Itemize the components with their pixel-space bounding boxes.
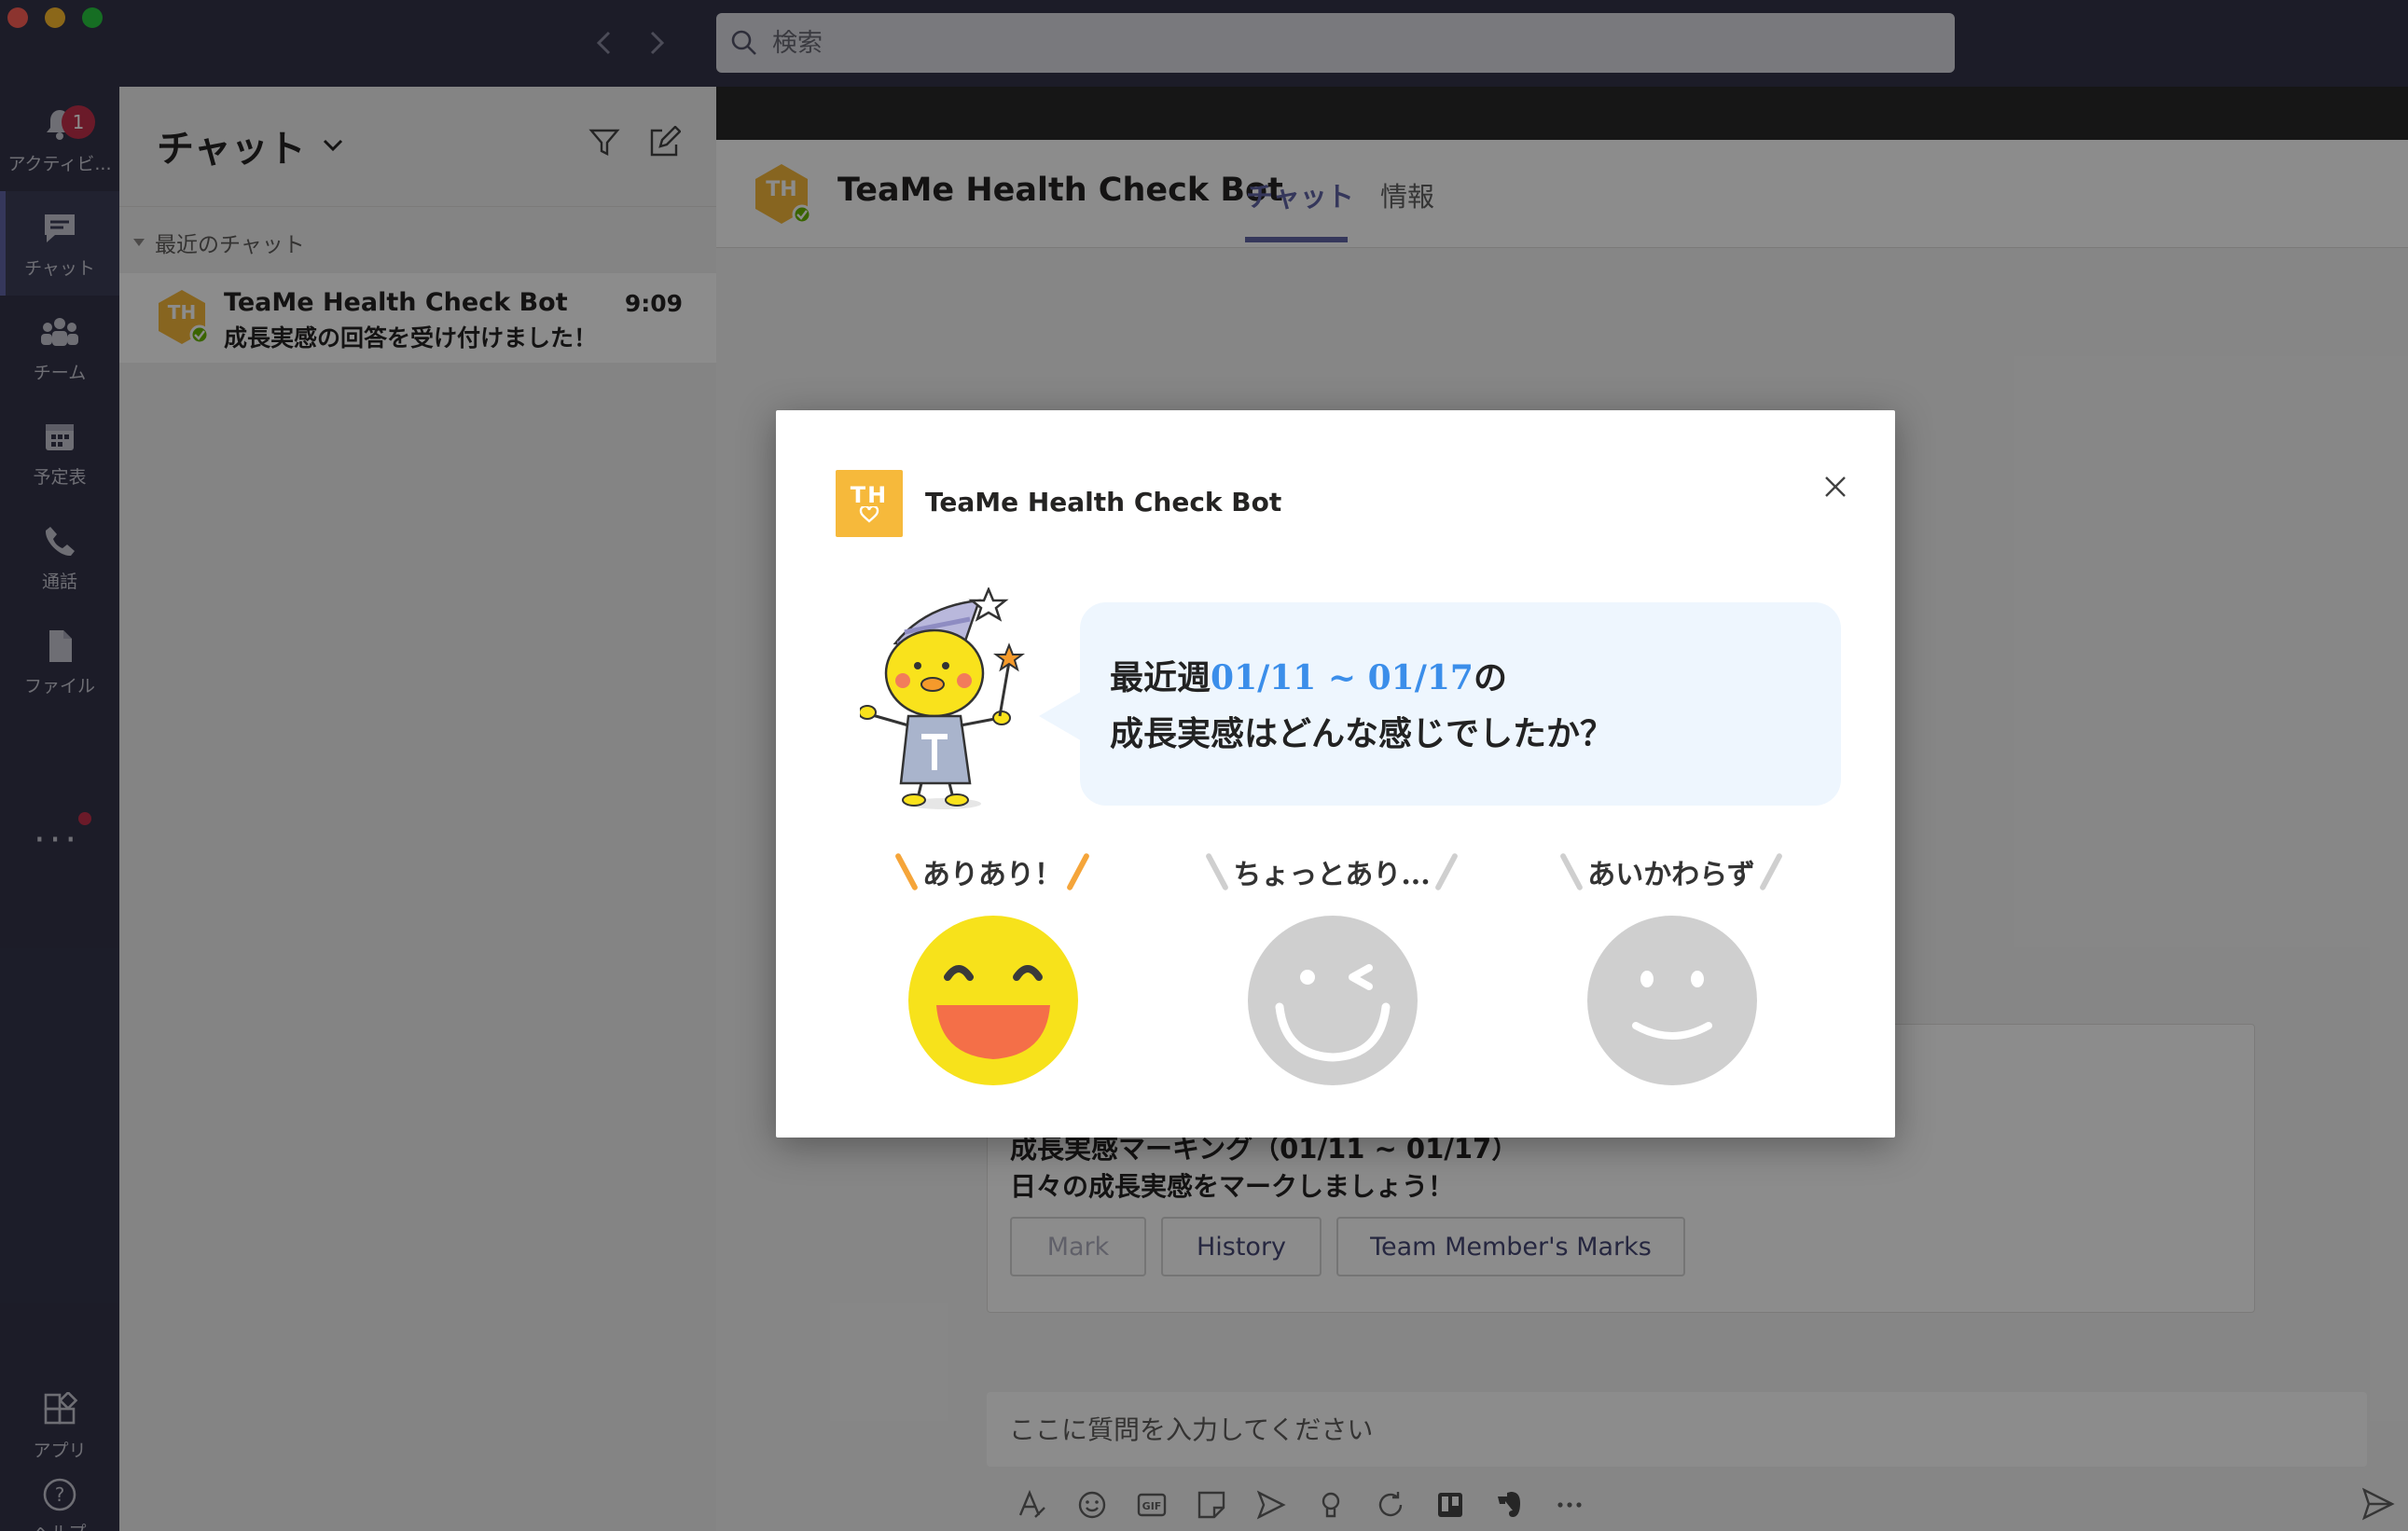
option-ariari[interactable]: ありあり！: [824, 848, 1160, 1100]
dialog-title: TeaMe Health Check Bot: [925, 487, 1282, 517]
question-date-range: 01/11 ~ 01/17: [1211, 658, 1474, 697]
option-label-row: あいかわらず: [1503, 848, 1839, 895]
slash-decoration: [1066, 852, 1090, 891]
wink-face-icon: [1248, 916, 1418, 1085]
option-label-row: ちょっとあり...: [1164, 848, 1500, 895]
slash-decoration: [1559, 852, 1585, 891]
mascot-bird-icon: [860, 587, 1025, 809]
slash-decoration: [894, 852, 919, 891]
big-smile-face-icon: [908, 916, 1078, 1085]
option-aikawarazu[interactable]: あいかわらず: [1503, 848, 1839, 1100]
slash-decoration: [1758, 852, 1783, 891]
question-prefix: 最近週: [1110, 658, 1211, 697]
heart-icon: [859, 506, 879, 523]
question-line-2: 成長実感はどんな感じでしたか？: [1110, 714, 1614, 753]
speech-bubble-tail: [1039, 690, 1084, 742]
task-module-dialog: TH TeaMe Health Check Bot 最近週01/11 ~ 01/…: [776, 410, 1895, 1138]
smile-face-icon: [1587, 916, 1757, 1085]
bot-logo: TH: [836, 470, 903, 537]
option-label-row: ありあり！: [824, 848, 1160, 895]
option-label: ちょっとあり...: [1233, 859, 1431, 891]
slash-decoration: [1205, 852, 1230, 891]
question-suffix: の: [1473, 658, 1507, 697]
close-icon: [1825, 476, 1846, 497]
option-chotto-ari[interactable]: ちょっとあり...: [1164, 848, 1500, 1100]
option-label: ありあり！: [922, 859, 1062, 891]
question-line-1: 最近週01/11 ~ 01/17の: [1110, 651, 1507, 699]
dialog-close-button[interactable]: [1815, 466, 1856, 507]
option-label: あいかわらず: [1587, 859, 1755, 891]
slash-decoration: [1433, 852, 1459, 891]
bot-logo-text: TH: [850, 482, 889, 508]
question-bubble: 最近週01/11 ~ 01/17の 成長実感はどんな感じでしたか？: [1080, 602, 1841, 806]
